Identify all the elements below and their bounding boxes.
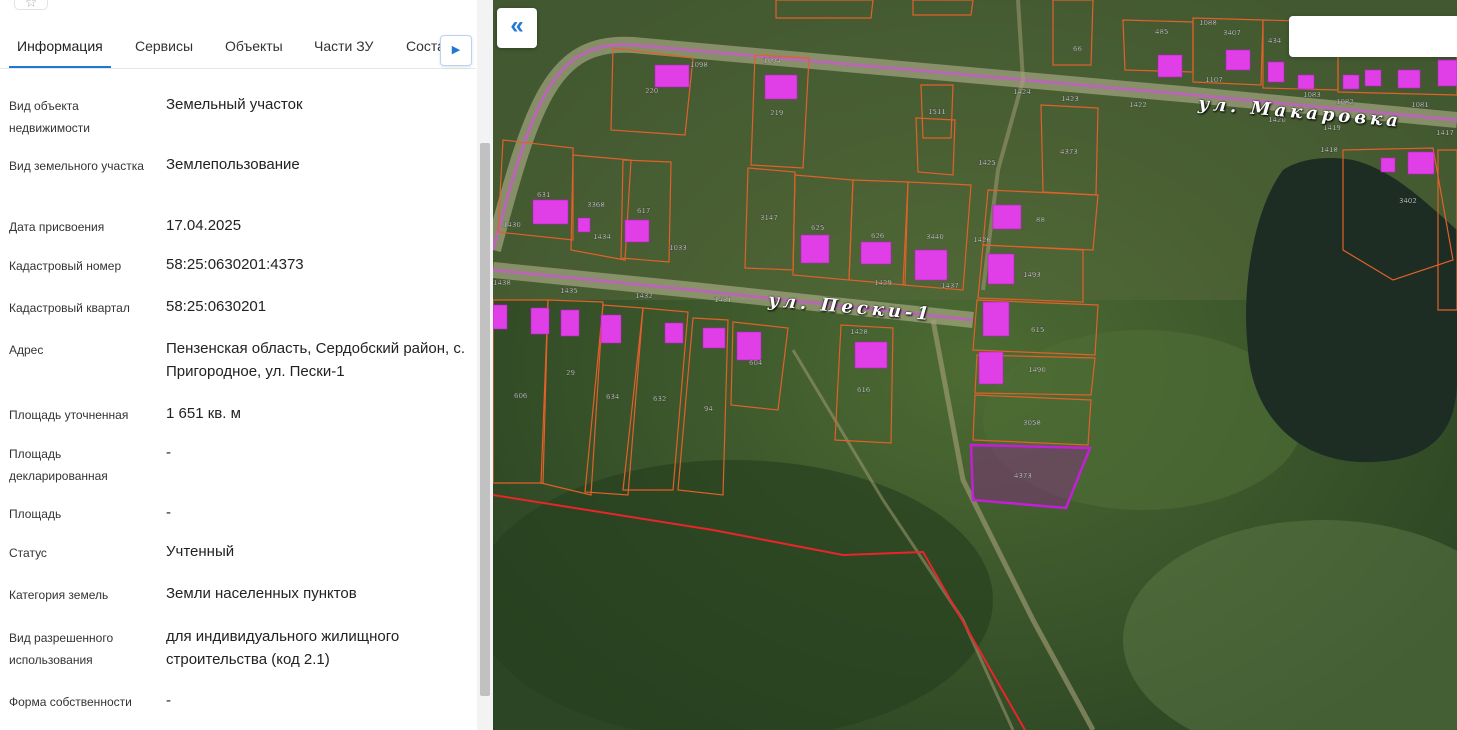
parcel-label: 1423 <box>1061 95 1079 103</box>
parcel-label: 1432 <box>635 292 653 300</box>
parcel-label: 3402 <box>1399 197 1417 205</box>
parcel-label: 66 <box>1073 45 1082 53</box>
parcel-label: 1418 <box>1320 146 1338 154</box>
parcel-label: 626 <box>871 232 885 240</box>
parcel-label: 1088 <box>1199 19 1217 27</box>
parcel-label: 3368 <box>587 201 605 209</box>
parcel-label: 3407 <box>1223 29 1241 37</box>
tabs-scroll-right-button[interactable]: ▶ <box>440 35 472 66</box>
row-value: 58:25:0630201 <box>166 298 267 315</box>
row-value: 1 651 кв. м <box>166 405 241 422</box>
parcel-label: 1426 <box>973 236 991 244</box>
map-search-input[interactable] <box>1289 16 1457 57</box>
selected-parcel-label: 4373 <box>1014 472 1032 480</box>
parcel-label: 1107 <box>1205 76 1223 84</box>
parcel-label: 604 <box>749 359 763 367</box>
parcel-label: 88 <box>1036 216 1045 224</box>
row-label: Кадастровый номер <box>9 259 122 273</box>
parcel-label: 485 <box>1155 28 1168 36</box>
address-value: Пензенская область, Сердобский район, с.… <box>166 340 466 380</box>
parcel-label: 631 <box>537 191 550 199</box>
cadastral-number-value: 58:25:0630201:4373 <box>166 256 304 273</box>
parcel-label: 634 <box>606 393 620 401</box>
parcel-label: 1033 <box>669 244 687 252</box>
parcel-label: 29 <box>566 369 575 377</box>
parcel-label: 220 <box>645 87 658 95</box>
parcel-label: 1437 <box>941 282 959 290</box>
row-value: - <box>166 692 171 709</box>
row-value: для индивидуального жилищного строительс… <box>166 628 400 668</box>
parcel-label: 1490 <box>1028 366 1046 374</box>
parcel-label: 4373 <box>1060 148 1078 156</box>
row-label: Вид разрешенного использования <box>9 631 114 667</box>
parcel-label: 1098 <box>690 61 708 69</box>
parcel-label: 616 <box>857 386 871 394</box>
parcel-label: 1431 <box>714 296 732 304</box>
parcel-label: 1425 <box>978 159 996 167</box>
row-label: Адрес <box>9 343 44 357</box>
parcel-label: 1428 <box>850 328 868 336</box>
parcel-label: 632 <box>653 395 666 403</box>
tab-services[interactable]: Сервисы <box>135 38 193 54</box>
row-label: Площадь декларированная <box>9 447 108 483</box>
parcel-label: 94 <box>704 405 713 413</box>
satellite-map[interactable]: 1098 220 1094 219 1511 1424 1423 1422 10… <box>493 0 1457 730</box>
parcel-label: 434 <box>1268 37 1282 45</box>
tab-land-parts[interactable]: Части ЗУ <box>314 38 373 54</box>
row-label: Вид объекта недвижимости <box>9 99 90 135</box>
row-label: Дата присвоения <box>9 220 105 234</box>
row-value: Учтенный <box>166 543 235 560</box>
parcel-label: 606 <box>514 392 528 400</box>
panel-tabs: Информация Сервисы Объекты Части ЗУ Сост… <box>0 28 476 69</box>
row-value: - <box>166 444 171 461</box>
parcel-label: 1493 <box>1023 271 1041 279</box>
parcel-label: 1438 <box>493 279 511 287</box>
collapse-panel-button[interactable]: « <box>497 8 537 48</box>
tab-information[interactable]: Информация <box>17 38 103 54</box>
info-panel: ☆ Информация Сервисы Объекты Части ЗУ Со… <box>0 0 493 730</box>
parcel-label: 615 <box>1031 326 1044 334</box>
parcel-label: 219 <box>770 109 783 117</box>
parcel-label: 1094 <box>763 57 781 65</box>
parcel-label: 617 <box>637 207 650 215</box>
row-label: Категория земель <box>9 588 109 602</box>
parcel-label: 1081 <box>1411 101 1429 109</box>
panel-scrollbar-thumb[interactable] <box>480 143 490 696</box>
row-label: Статус <box>9 546 47 560</box>
parcel-label: 1422 <box>1129 101 1147 109</box>
row-label: Вид земельного участка <box>9 159 144 173</box>
chevron-right-icon: ▶ <box>451 44 461 56</box>
row-value: Землепользование <box>166 156 300 173</box>
pond <box>1246 158 1457 463</box>
tab-objects[interactable]: Объекты <box>225 38 283 54</box>
parcel-label: 1417 <box>1436 129 1454 137</box>
row-label: Кадастровый квартал <box>9 301 130 315</box>
row-value: - <box>166 504 171 521</box>
row-label: Площадь уточненная <box>9 408 129 422</box>
row-value: Земельный участок <box>166 96 303 113</box>
parcel-label: 625 <box>811 224 824 232</box>
parcel-label: 3440 <box>926 233 944 241</box>
parcel-label: 1434 <box>593 233 611 241</box>
parcel-label: 1424 <box>1013 88 1031 96</box>
active-tab-indicator <box>9 66 111 68</box>
star-icon[interactable]: ☆ <box>14 0 48 10</box>
parcel-label: 3058 <box>1023 419 1041 427</box>
parcel-label: 1511 <box>928 108 946 116</box>
parcel-label: 3147 <box>760 214 778 222</box>
parcel-label: 1430 <box>503 221 521 229</box>
parcel-label: 1435 <box>560 287 578 295</box>
cadastral-map-app: ☆ Информация Сервисы Объекты Части ЗУ Со… <box>0 0 1457 730</box>
row-value: Земли населенных пунктов <box>166 585 357 602</box>
row-label: Площадь <box>9 507 62 521</box>
row-value: 17.04.2025 <box>166 217 242 234</box>
parcel-label: 1429 <box>874 279 892 287</box>
row-label: Форма собственности <box>9 695 132 709</box>
double-chevron-left-icon: « <box>510 12 524 39</box>
parcel-label: 1083 <box>1303 91 1321 99</box>
